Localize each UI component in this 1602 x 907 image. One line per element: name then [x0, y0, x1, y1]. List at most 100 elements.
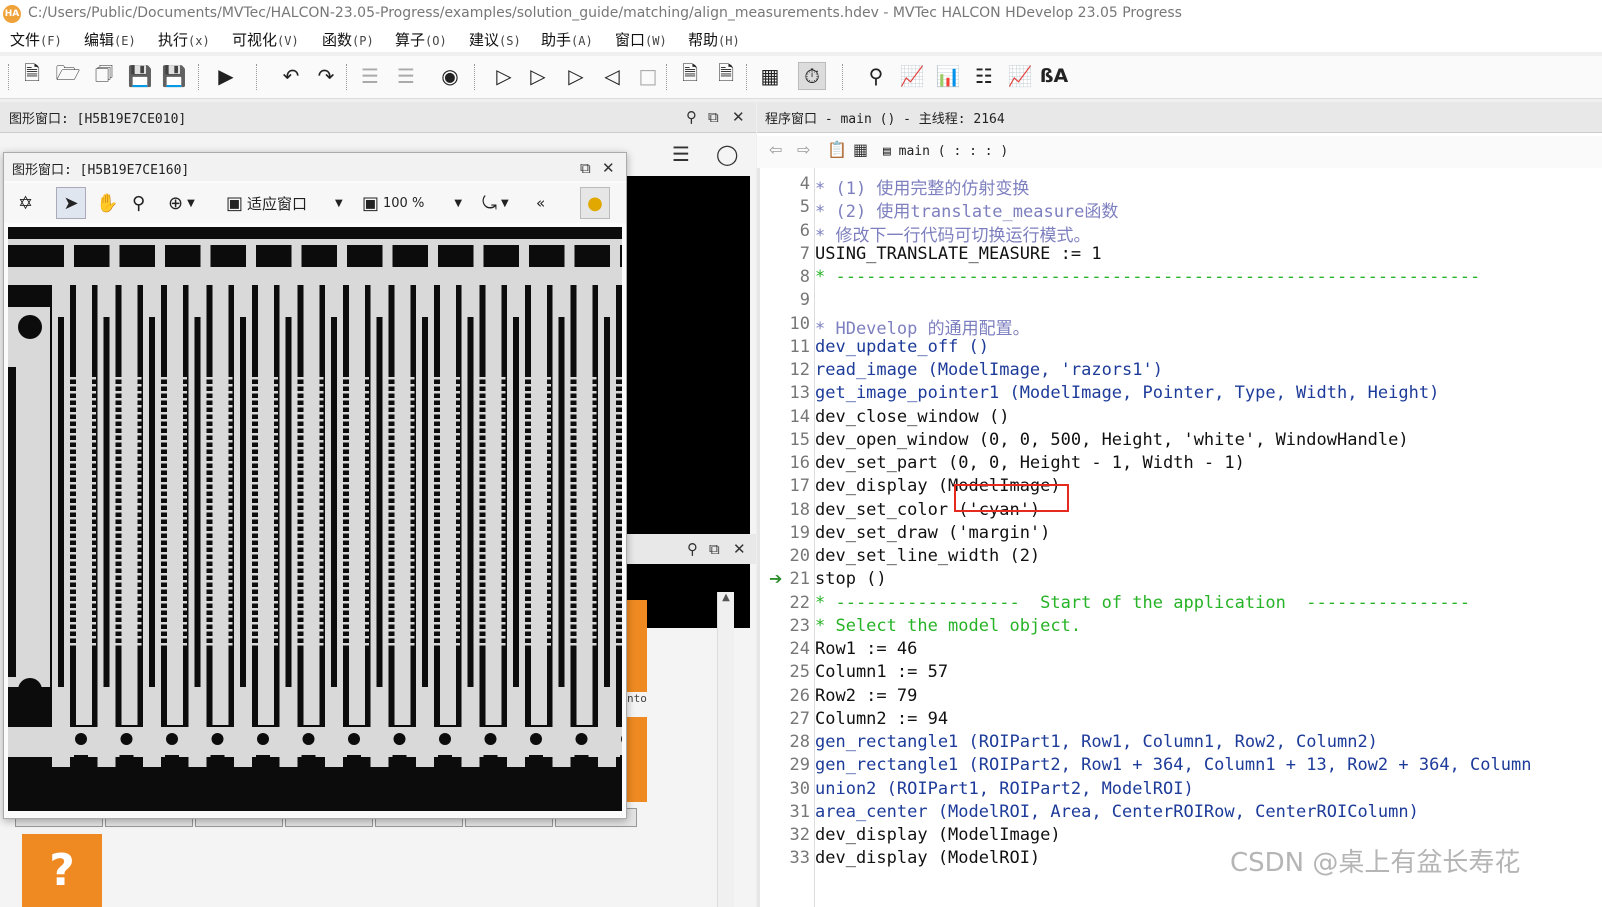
activate-line-icon[interactable]: ☰	[356, 62, 384, 90]
gray-histogram-icon[interactable]: 📈	[898, 62, 926, 90]
code-line[interactable]: 25 Column1 := 57	[757, 662, 1602, 685]
open-file-icon[interactable]: 🗁	[54, 61, 82, 90]
layers-icon[interactable]: ☰	[672, 142, 690, 166]
menu-edit[interactable]: 编辑(E)	[84, 29, 136, 50]
code-line[interactable]: 29 gen_rectangle1 (ROIPart2, Row1 + 364, …	[757, 755, 1602, 778]
menu-operators[interactable]: 算子(O)	[395, 29, 447, 50]
magnifier-icon[interactable]: ⚲	[132, 187, 145, 219]
menu-window[interactable]: 窗口(W)	[615, 29, 667, 50]
code-line[interactable]: 8 * -------------------------------------…	[757, 267, 1602, 290]
code-line[interactable]: 17 dev_display (ModelImage)	[757, 476, 1602, 499]
pin-icon[interactable]: ⚲	[687, 540, 698, 558]
feature-histogram-icon[interactable]: 📊	[934, 62, 962, 90]
graphics-canvas[interactable]	[8, 227, 622, 811]
line-profile-icon[interactable]: 📈	[1006, 62, 1034, 90]
variable-scrollbar[interactable]: ▲	[717, 592, 734, 907]
reset-all-icon[interactable]: 🗎	[712, 61, 740, 90]
thumbnail-tile[interactable]	[627, 717, 647, 802]
restore-icon[interactable]: ⧉	[708, 108, 719, 126]
zoom-in-icon[interactable]: ⊕ ▼	[168, 187, 195, 219]
save-all-icon[interactable]: 💾	[160, 62, 188, 90]
new-file-icon[interactable]: 🗎	[18, 61, 46, 90]
code-line[interactable]: 7 USING_TRANSLATE_MEASURE := 1	[757, 244, 1602, 267]
chevron-down-icon[interactable]: ▼	[454, 198, 462, 209]
thumbnail-tile[interactable]	[627, 600, 647, 692]
code-line[interactable]: 23 * Select the model object.	[757, 616, 1602, 639]
menu-procedures[interactable]: 函数(P)	[322, 29, 374, 50]
timer-icon[interactable]: ⏱	[798, 62, 826, 90]
procedure-select[interactable]: ▤ main ( : : : )	[883, 140, 1025, 164]
help-tile[interactable]: ?	[22, 834, 102, 907]
collapse-toolbar-icon[interactable]: «	[536, 187, 545, 219]
code-line[interactable]: 15 dev_open_window (0, 0, 500, Height, 'w…	[757, 430, 1602, 453]
lightbulb-icon[interactable]: ●	[580, 187, 610, 219]
menu-assistants[interactable]: 助手(A)	[541, 29, 593, 50]
pin-icon[interactable]: ⚲	[686, 108, 697, 126]
restore-icon[interactable]: ⧉	[709, 540, 720, 558]
close-icon[interactable]: ✕	[733, 540, 746, 558]
chevron-down-icon[interactable]: ▼	[187, 198, 195, 209]
code-line[interactable]: 11 dev_update_off ()	[757, 337, 1602, 360]
chevron-down-icon[interactable]: ▼	[335, 198, 343, 209]
menu-suggestions[interactable]: 建议(S)	[469, 29, 521, 50]
menu-file[interactable]: 文件(F)	[10, 29, 62, 50]
grid-view-icon[interactable]: ▦	[853, 140, 868, 159]
code-line[interactable]: 22 * ------------------ Start of the appl…	[757, 593, 1602, 616]
scroll-up-icon[interactable]: ▲	[718, 592, 734, 603]
code-line[interactable]: 13 get_image_pointer1 (ModelImage, Pointe…	[757, 383, 1602, 406]
draw-shape-icon[interactable]: ⤿ ▼	[482, 187, 509, 219]
code-line[interactable]: 19 dev_set_draw ('margin')	[757, 523, 1602, 546]
code-line[interactable]: 16 dev_set_part (0, 0, Height - 1, Width …	[757, 453, 1602, 476]
step-out-icon[interactable]: ◁	[598, 62, 626, 90]
menu-execute[interactable]: 执行(x)	[158, 29, 210, 50]
code-line[interactable]: 18 dev_set_color ('cyan')	[757, 500, 1602, 523]
redo-icon[interactable]: ↷	[312, 62, 340, 90]
code-line[interactable]: 5 * (2) 使用translate_measure函数	[757, 197, 1602, 222]
code-line[interactable]: 20 dev_set_line_width (2)	[757, 546, 1602, 569]
save-icon[interactable]: 💾	[126, 62, 154, 90]
code-line[interactable]: 9	[757, 290, 1602, 313]
undo-icon[interactable]: ↶	[277, 62, 305, 90]
code-line[interactable]: 12 read_image (ModelImage, 'razors1')	[757, 360, 1602, 383]
close-icon[interactable]: ✕	[732, 108, 745, 126]
code-line[interactable]: 27 Column2 := 94	[757, 709, 1602, 732]
close-icon[interactable]: ✕	[602, 159, 615, 177]
code-line[interactable]: 30 union2 (ROIPart1, ROIPart2, ModelROI)	[757, 779, 1602, 802]
ocr-font-icon[interactable]: ßA	[1040, 62, 1068, 90]
step-over-icon[interactable]: ▷	[524, 62, 552, 90]
menu-help[interactable]: 帮助(H)	[688, 29, 740, 50]
code-line[interactable]: 24 Row1 := 46	[757, 639, 1602, 662]
fit-window-button[interactable]: ▣ 适应窗口 ▼	[226, 187, 343, 219]
find-binoculars-icon[interactable]: ◉	[436, 62, 464, 90]
reset-program-icon[interactable]: 🗎	[676, 61, 704, 90]
profiler-icon[interactable]: ▦	[756, 62, 784, 90]
code-line[interactable]: 4 * (1) 使用完整的仿射变换	[757, 174, 1602, 199]
graphics-window-front-header[interactable]: 图形窗口: [H5B19E7CE160] ⧉ ✕	[4, 153, 626, 181]
open-recent-icon[interactable]: 🗇	[90, 61, 118, 90]
code-line[interactable]: ➔ 21 stop ()	[757, 569, 1602, 592]
code-line[interactable]: 31 area_center (ModelROI, Area, CenterROI…	[757, 802, 1602, 825]
deactivate-line-icon[interactable]: ☰	[392, 62, 420, 90]
code-line[interactable]: 28 gen_rectangle1 (ROIPart1, Row1, Column…	[757, 732, 1602, 755]
bulb-icon[interactable]: ◯	[716, 142, 738, 166]
record-video-icon[interactable]: ▶	[212, 62, 240, 90]
chevron-down-icon[interactable]: ▼	[501, 198, 509, 209]
code-line[interactable]: 6 * 修改下一行代码可切换运行模式。	[757, 221, 1602, 246]
pointer-icon[interactable]: ➤	[56, 187, 86, 219]
code-line[interactable]: 14 dev_close_window ()	[757, 407, 1602, 430]
procedure-list-icon[interactable]: 📋	[827, 140, 847, 159]
zoom-window-icon[interactable]: ⚲	[862, 62, 890, 90]
run-icon[interactable]: ▷	[490, 62, 518, 90]
menu-visualize[interactable]: 可视化(V)	[232, 29, 299, 50]
code-line[interactable]: 26 Row2 := 79	[757, 686, 1602, 709]
forward-arrow-icon[interactable]: ⇨	[797, 140, 810, 159]
back-arrow-icon[interactable]: ⇦	[769, 140, 782, 159]
feature-inspection-icon[interactable]: ☷	[970, 62, 998, 90]
code-line[interactable]: 10 * HDevelop 的通用配置。	[757, 314, 1602, 339]
pan-hand-icon[interactable]: ✋	[96, 187, 118, 219]
restore-icon[interactable]: ⧉	[580, 159, 591, 177]
stop-icon[interactable]: □	[634, 62, 662, 90]
clear-broom-icon[interactable]: ✡	[18, 187, 33, 219]
step-into-icon[interactable]: ▷	[562, 62, 590, 90]
zoom-level-select[interactable]: ▣ 100 % ▼	[362, 187, 462, 219]
